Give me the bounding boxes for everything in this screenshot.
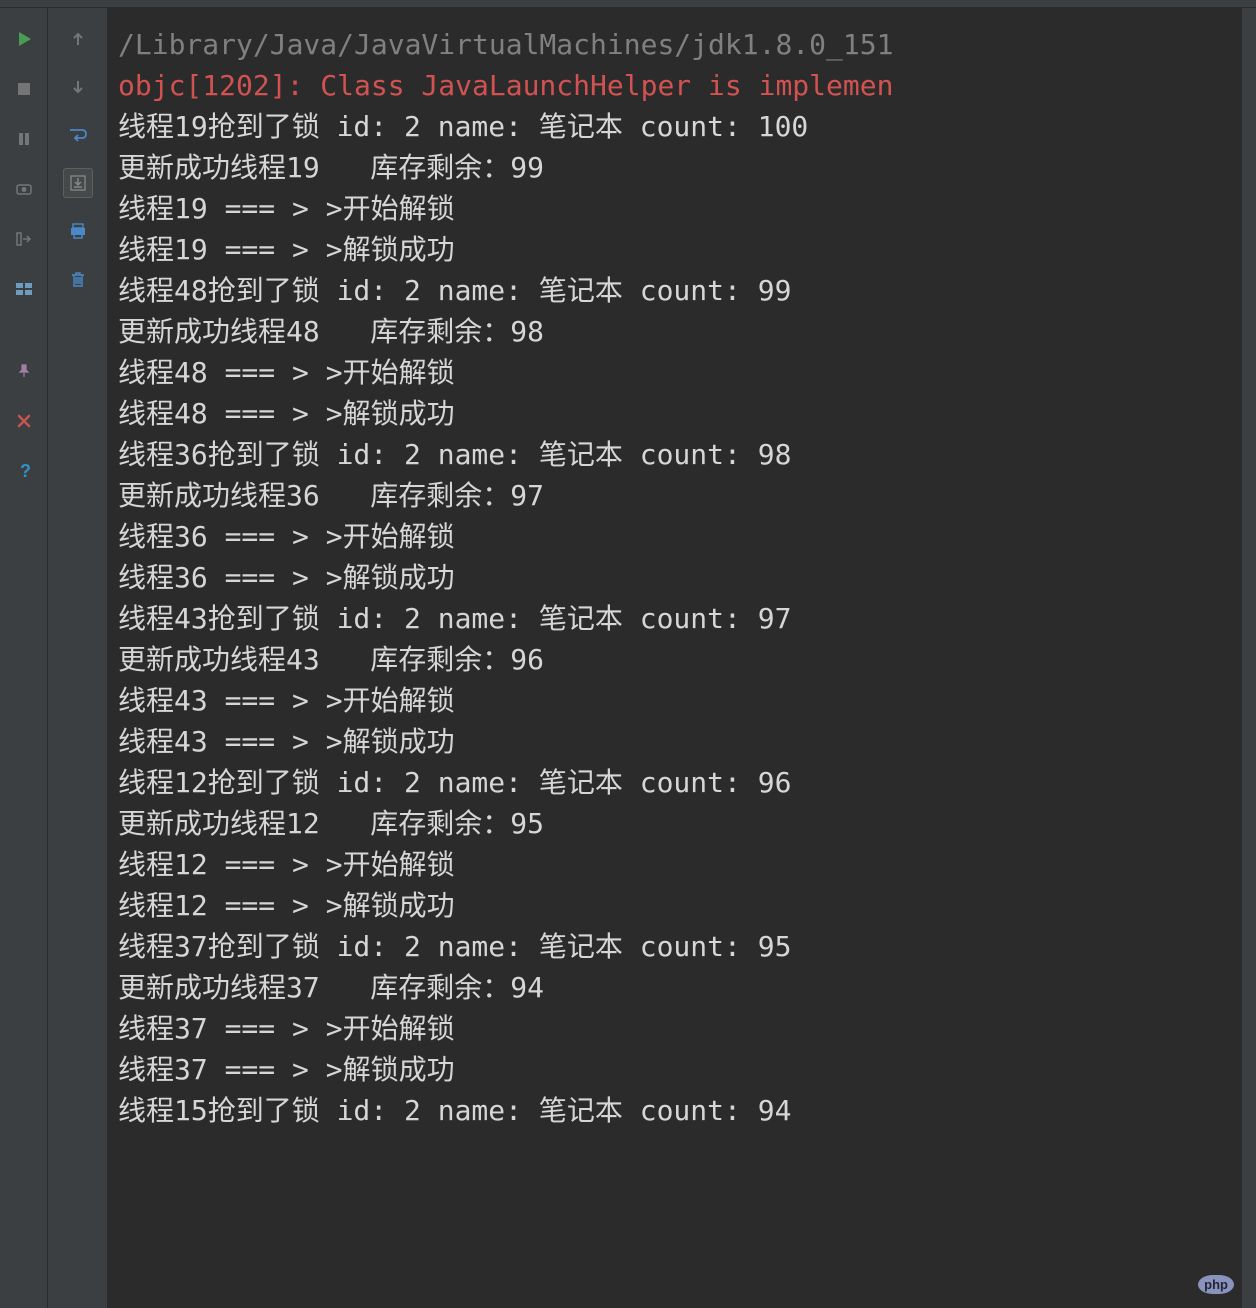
close-button[interactable]: [9, 406, 39, 436]
tab-bar: [0, 0, 1256, 8]
console-log-line: 线程43 === > >解锁成功: [118, 721, 1246, 762]
console-log-line: 线程43抢到了锁 id: 2 name: 笔记本 count: 97: [118, 598, 1246, 639]
console-log-line: 线程48抢到了锁 id: 2 name: 笔记本 count: 99: [118, 270, 1246, 311]
exit-button[interactable]: [9, 224, 39, 254]
console-log-line: 线程37 === > >开始解锁: [118, 1008, 1246, 1049]
console-log-line: 线程43 === > >开始解锁: [118, 680, 1246, 721]
console-log-line: 线程36 === > >开始解锁: [118, 516, 1246, 557]
console-log-line: 线程48 === > >解锁成功: [118, 393, 1246, 434]
help-button[interactable]: ?: [9, 456, 39, 486]
soft-wrap-icon[interactable]: [63, 120, 93, 150]
console-log-line: 更新成功线程43 库存剩余：96: [118, 639, 1246, 680]
console-log-line: 线程37抢到了锁 id: 2 name: 笔记本 count: 95: [118, 926, 1246, 967]
pause-button[interactable]: [9, 124, 39, 154]
console-log-line: 线程37 === > >解锁成功: [118, 1049, 1246, 1090]
down-arrow-icon[interactable]: [63, 72, 93, 102]
console-log-line: 线程12抢到了锁 id: 2 name: 笔记本 count: 96: [118, 762, 1246, 803]
console-path-line: /Library/Java/JavaVirtualMachines/jdk1.8…: [118, 24, 1246, 65]
console-log-line: 线程12 === > >开始解锁: [118, 844, 1246, 885]
console-log-line: 更新成功线程12 库存剩余：95: [118, 803, 1246, 844]
console-log-line: 线程19 === > >开始解锁: [118, 188, 1246, 229]
layout-button[interactable]: [9, 274, 39, 304]
pin-button[interactable]: [9, 356, 39, 386]
scroll-to-end-icon[interactable]: [63, 168, 93, 198]
svg-text:?: ?: [20, 462, 31, 480]
trash-icon[interactable]: [63, 264, 93, 294]
console-error-line: objc[1202]: Class JavaLaunchHelper is im…: [118, 65, 1246, 106]
console-log-line: 线程15抢到了锁 id: 2 name: 笔记本 count: 94: [118, 1090, 1246, 1131]
console-log-line: 更新成功线程48 库存剩余：98: [118, 311, 1246, 352]
console-log-line: 线程48 === > >开始解锁: [118, 352, 1246, 393]
print-icon[interactable]: [63, 216, 93, 246]
console-log-line: 更新成功线程37 库存剩余：94: [118, 967, 1246, 1008]
console-output[interactable]: /Library/Java/JavaVirtualMachines/jdk1.8…: [108, 8, 1256, 1308]
console-log-line: 线程19抢到了锁 id: 2 name: 笔记本 count: 100: [118, 106, 1246, 147]
up-arrow-icon[interactable]: [63, 24, 93, 54]
dump-button[interactable]: [9, 174, 39, 204]
php-badge: php: [1198, 1275, 1234, 1294]
run-button[interactable]: [9, 24, 39, 54]
main-area: ? /Library/Java/JavaVirtualMachines/jdk1…: [0, 8, 1256, 1308]
console-log-line: 更新成功线程36 库存剩余：97: [118, 475, 1246, 516]
console-log-line: 线程12 === > >解锁成功: [118, 885, 1246, 926]
stop-button[interactable]: [9, 74, 39, 104]
console-log-line: 线程19 === > >解锁成功: [118, 229, 1246, 270]
console-log-line: 线程36 === > >解锁成功: [118, 557, 1246, 598]
console-log-line: 线程36抢到了锁 id: 2 name: 笔记本 count: 98: [118, 434, 1246, 475]
run-toolbar-left: ?: [0, 8, 48, 1308]
console-log-line: 更新成功线程19 库存剩余：99: [118, 147, 1246, 188]
console-toolbar: [48, 8, 108, 1308]
